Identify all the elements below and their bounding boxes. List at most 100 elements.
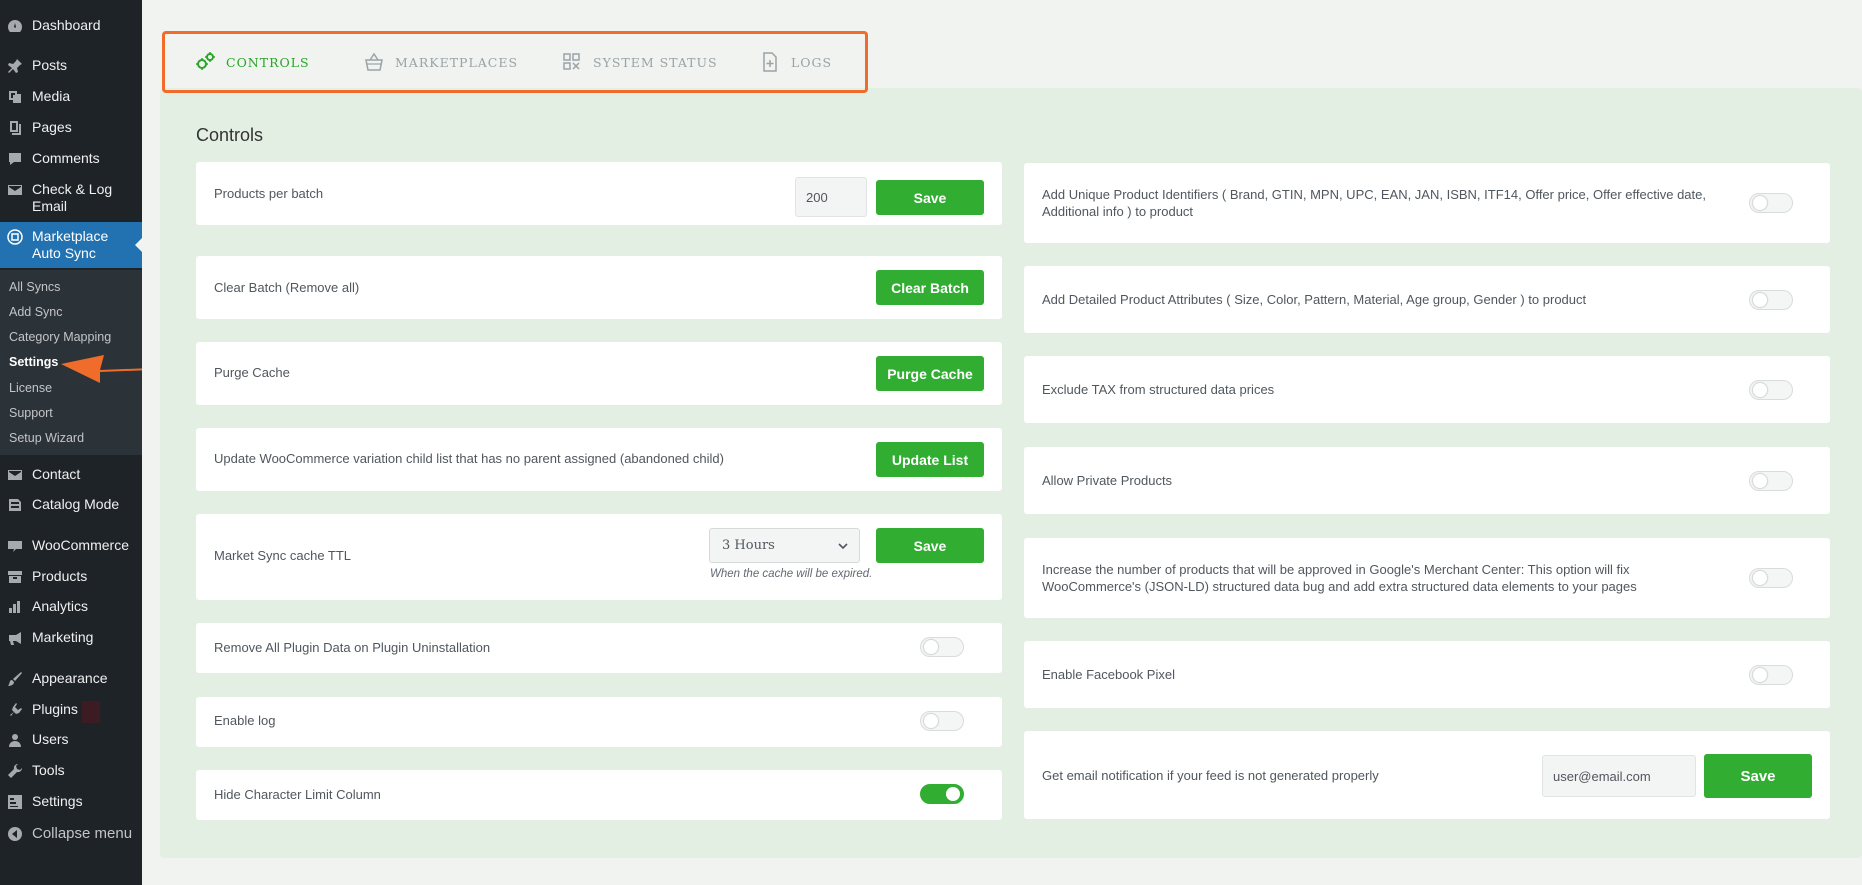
menu-products[interactable]: Products xyxy=(0,568,142,585)
status-icon xyxy=(560,52,584,72)
email-notify-label: Get email notification if your feed is n… xyxy=(1042,768,1379,783)
exclude-tax-toggle[interactable] xyxy=(1749,380,1793,400)
exclude-tax-row: Exclude TAX from structured data prices xyxy=(1024,356,1830,423)
products-per-batch-save-button[interactable]: Save xyxy=(876,180,984,215)
menu-posts[interactable]: Posts xyxy=(0,57,142,74)
log-file-icon xyxy=(758,52,782,72)
products-per-batch-label: Products per batch xyxy=(214,186,324,201)
private-products-label: Allow Private Products xyxy=(1042,473,1173,488)
update-list-label: Update WooCommerce variation child list … xyxy=(214,451,724,466)
admin-sidebar: Dashboard Posts Media Pages Comments Che… xyxy=(0,0,143,885)
update-list-row: Update WooCommerce variation child list … xyxy=(196,428,1002,491)
email-icon xyxy=(6,181,24,198)
menu-contact[interactable]: Contact xyxy=(0,466,142,483)
email-notify-save-button[interactable]: Save xyxy=(1704,754,1812,798)
menu-users[interactable]: Users xyxy=(0,731,142,748)
detailed-attrs-toggle[interactable] xyxy=(1749,290,1793,310)
pin-icon xyxy=(6,57,24,74)
detailed-attrs-row: Add Detailed Product Attributes ( Size, … xyxy=(1024,266,1830,333)
menu-media[interactable]: Media xyxy=(0,88,142,105)
archive-icon xyxy=(6,568,24,585)
wrench-icon xyxy=(6,762,24,779)
menu-collapse[interactable]: Collapse menu xyxy=(0,825,142,842)
cache-ttl-row: Market Sync cache TTL 3 Hours When the c… xyxy=(196,514,1002,600)
megaphone-icon xyxy=(6,629,24,646)
enable-log-label: Enable log xyxy=(214,713,276,728)
submenu-add-sync[interactable]: Add Sync xyxy=(9,305,63,320)
menu-settings[interactable]: Settings xyxy=(0,793,142,810)
facebook-pixel-toggle[interactable] xyxy=(1749,665,1793,685)
submenu-support[interactable]: Support xyxy=(9,406,53,421)
email-notify-input[interactable]: user@email.com xyxy=(1542,755,1696,797)
detailed-attrs-label: Add Detailed Product Attributes ( Size, … xyxy=(1042,292,1587,307)
hide-char-label: Hide Character Limit Column xyxy=(214,787,381,802)
menu-catalog-mode[interactable]: Catalog Mode xyxy=(0,496,142,513)
submenu-all-syncs[interactable]: All Syncs xyxy=(9,280,60,295)
facebook-pixel-row: Enable Facebook Pixel xyxy=(1024,641,1830,708)
clear-batch-row: Clear Batch (Remove all) Clear Batch xyxy=(196,256,1002,319)
enable-log-toggle[interactable] xyxy=(920,711,964,731)
tab-marketplaces[interactable]: MARKETPLACES xyxy=(362,52,518,72)
menu-analytics[interactable]: Analytics xyxy=(0,598,142,615)
cache-ttl-select[interactable]: 3 Hours xyxy=(709,528,860,563)
woocommerce-icon xyxy=(6,537,24,554)
submenu-category-mapping[interactable]: Category Mapping xyxy=(9,330,111,345)
menu-marketing[interactable]: Marketing xyxy=(0,629,142,646)
user-icon xyxy=(6,731,24,748)
menu-pages[interactable]: Pages xyxy=(0,119,142,136)
submenu-settings[interactable]: Settings xyxy=(9,355,58,370)
cache-ttl-label: Market Sync cache TTL xyxy=(214,548,352,563)
update-list-button[interactable]: Update List xyxy=(876,442,984,477)
clear-batch-button[interactable]: Clear Batch xyxy=(876,270,984,305)
menu-appearance[interactable]: Appearance xyxy=(0,670,142,687)
hide-char-row: Hide Character Limit Column xyxy=(196,770,1002,820)
purge-cache-button[interactable]: Purge Cache xyxy=(876,356,984,391)
purge-cache-row: Purge Cache Purge Cache xyxy=(196,342,1002,405)
submenu-setup-wizard[interactable]: Setup Wizard xyxy=(9,431,84,446)
plugin-update-badge xyxy=(81,701,100,723)
hide-char-toggle[interactable] xyxy=(920,784,964,804)
menu-plugins[interactable]: Plugins xyxy=(0,701,142,723)
menu-check-log-email[interactable]: Check & Log Email xyxy=(0,181,142,215)
chart-icon xyxy=(6,598,24,615)
tab-logs[interactable]: LOGS xyxy=(758,52,832,72)
menu-marketplace-auto-sync[interactable]: Marketplace Auto Sync xyxy=(0,222,143,268)
tab-controls[interactable]: CONTROLS xyxy=(193,52,310,72)
cache-ttl-save-button[interactable]: Save xyxy=(876,528,984,563)
merchant-center-label: Increase the number of products that wil… xyxy=(1042,562,1637,594)
media-icon xyxy=(6,88,24,105)
remove-data-row: Remove All Plugin Data on Plugin Uninsta… xyxy=(196,623,1002,673)
dashboard-icon xyxy=(6,17,24,34)
plugin-icon xyxy=(6,701,24,718)
menu-tools[interactable]: Tools xyxy=(0,762,142,779)
settings-icon xyxy=(6,793,24,810)
products-per-batch-input[interactable]: 200 xyxy=(795,177,867,217)
merchant-center-row: Increase the number of products that wil… xyxy=(1024,538,1830,618)
merchant-center-toggle[interactable] xyxy=(1749,568,1793,588)
page-title: Controls xyxy=(196,125,264,145)
unique-ids-row: Add Unique Product Identifiers ( Brand, … xyxy=(1024,163,1830,243)
remove-data-label: Remove All Plugin Data on Plugin Uninsta… xyxy=(214,640,491,655)
email-icon xyxy=(6,466,24,483)
menu-comments[interactable]: Comments xyxy=(0,150,142,167)
brush-icon xyxy=(6,670,24,687)
email-notify-row: Get email notification if your feed is n… xyxy=(1024,731,1830,819)
private-products-toggle[interactable] xyxy=(1749,471,1793,491)
pages-icon xyxy=(6,119,24,136)
submenu-license[interactable]: License xyxy=(9,381,52,396)
enable-log-row: Enable log xyxy=(196,697,1002,747)
tab-system-status[interactable]: SYSTEM STATUS xyxy=(560,52,718,72)
catalog-icon xyxy=(6,496,24,513)
collapse-icon xyxy=(6,825,24,842)
facebook-pixel-label: Enable Facebook Pixel xyxy=(1042,667,1175,682)
menu-woocommerce[interactable]: WooCommerce xyxy=(0,537,142,554)
unique-ids-toggle[interactable] xyxy=(1749,193,1793,213)
sync-icon xyxy=(6,228,24,245)
unique-ids-label: Add Unique Product Identifiers ( Brand, … xyxy=(1042,187,1706,219)
remove-data-toggle[interactable] xyxy=(920,637,964,657)
cache-ttl-hint: When the cache will be expired. xyxy=(710,568,873,580)
exclude-tax-label: Exclude TAX from structured data prices xyxy=(1042,382,1275,397)
menu-dashboard[interactable]: Dashboard xyxy=(0,17,142,34)
gears-icon xyxy=(193,52,217,72)
clear-batch-label: Clear Batch (Remove all) xyxy=(214,280,360,295)
